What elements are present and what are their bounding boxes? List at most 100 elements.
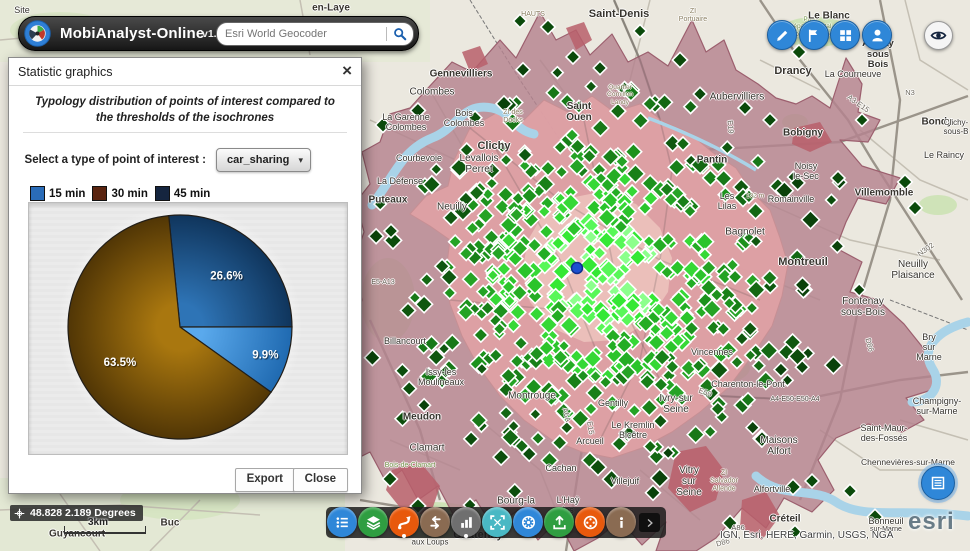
map-label: Neuilly xyxy=(436,201,468,213)
panel-title: Statistic graphics xyxy=(18,65,113,79)
grid-icon xyxy=(840,29,851,41)
map-label: Clamart xyxy=(409,442,445,454)
poi-type-select[interactable]: car_sharing ▾ xyxy=(216,148,311,172)
flag-icon xyxy=(809,29,818,42)
map-label: Pantin xyxy=(696,154,728,166)
route-icon xyxy=(397,515,410,529)
map-label: en-Laye xyxy=(312,2,350,14)
export-button[interactable]: Export xyxy=(234,468,295,492)
poi-select-label: Select a type of point of interest : xyxy=(24,154,206,166)
map-label: Saint Ouen xyxy=(566,100,592,123)
layers-button[interactable] xyxy=(358,507,388,537)
chevron-right-icon xyxy=(647,518,653,527)
legend-swatch xyxy=(92,186,108,201)
user-button[interactable] xyxy=(862,20,893,50)
results-list-button[interactable] xyxy=(327,507,357,537)
map-label: Vincennes xyxy=(691,346,733,357)
map-attribution: IGN, Esri, HERE, Garmin, USGS, NGA xyxy=(720,530,894,541)
map-label: Bry sur Marne xyxy=(916,331,942,363)
map-label: Villejuif xyxy=(610,475,640,486)
legend-label: 45 min xyxy=(173,187,211,200)
map-label: Vitry sur Seine xyxy=(676,465,702,499)
map-label: Villemomble xyxy=(854,187,914,199)
map-label: ZI des Docks xyxy=(503,109,523,124)
divider xyxy=(23,132,347,133)
map-label: Saint-Maur- des-Fossés xyxy=(860,422,908,443)
toolbar-more-button[interactable] xyxy=(639,513,660,532)
chevron-down-icon: ▾ xyxy=(298,154,303,165)
map-label: Romainville xyxy=(767,193,815,204)
toggle-ui-button[interactable] xyxy=(924,21,953,50)
route-button[interactable] xyxy=(389,507,419,537)
panel-close-icon[interactable]: × xyxy=(342,61,352,81)
map-label: La Courneuve xyxy=(824,68,882,79)
info-button[interactable] xyxy=(606,507,636,537)
statistics-panel: Statistic graphics × Typology distributi… xyxy=(8,57,362,494)
flag-button[interactable] xyxy=(798,20,829,50)
app-logo-icon xyxy=(24,20,51,52)
map-label: Bois-de-Clamart xyxy=(384,462,436,470)
map-label: Bobigny xyxy=(783,127,823,139)
draw-button[interactable] xyxy=(767,20,797,50)
pie-chart[interactable]: 26.6% 9.9% 63.5% xyxy=(29,203,347,454)
map-label: A4-E50-E50-A4 xyxy=(770,396,820,404)
search-input[interactable] xyxy=(217,28,386,40)
map-label: Site xyxy=(14,4,30,15)
map-label: Puteaux xyxy=(368,194,408,206)
compass-icon xyxy=(521,515,535,529)
statistics-button[interactable] xyxy=(451,507,481,537)
map-label: Buc xyxy=(160,517,180,529)
close-button[interactable]: Close xyxy=(292,468,348,492)
palette-button[interactable] xyxy=(575,507,605,537)
swap-directions-button[interactable] xyxy=(420,507,450,537)
active-tool-dot xyxy=(402,534,406,538)
map-label: Meudon xyxy=(402,411,442,423)
upload-icon xyxy=(552,515,566,529)
search-button[interactable] xyxy=(387,23,413,45)
map-label: Aubervilliers xyxy=(709,91,765,103)
map-label: Bois Colombes xyxy=(443,107,485,128)
pie-slice-label: 9.9% xyxy=(252,349,278,361)
map-label: N3 xyxy=(905,87,915,97)
app-title: MobiAnalyst-Online xyxy=(60,25,205,42)
extent-icon xyxy=(489,514,505,530)
map-extent-button[interactable] xyxy=(482,507,512,537)
list-icon xyxy=(336,516,348,528)
map-label: Quartier Cornillon Landy xyxy=(607,84,633,106)
compass-button[interactable] xyxy=(513,507,543,537)
map-label: Arcueil xyxy=(576,435,604,446)
legend-item: 15 min xyxy=(30,186,85,201)
map-label: La Garenne Colombes xyxy=(382,111,430,132)
map-label: Drancy xyxy=(774,64,812,77)
legend-label: 30 min xyxy=(111,187,148,200)
map-label: Champigny- sur-Marne xyxy=(912,395,962,416)
map-label: La Défense xyxy=(376,175,424,186)
map-label: E5-A13 xyxy=(371,279,395,287)
swap-icon xyxy=(429,515,441,529)
map-label: Cachan xyxy=(545,462,577,473)
map-label: Levallois Perret xyxy=(459,152,499,175)
pencil-icon xyxy=(776,30,787,41)
chart-legend: 15 min 30 min 45 min xyxy=(30,186,217,201)
map-label: Courbevoie xyxy=(395,152,443,163)
legend-item: 45 min xyxy=(154,186,211,201)
top-bar: MobiAnalyst-Online v1.4 xyxy=(18,16,419,51)
mobianalyst-app: Site en-Laye HAUTS Saint-Denis ZI Portuaire P… xyxy=(0,0,970,551)
palette-icon xyxy=(583,515,597,529)
legend-label: 15 min xyxy=(49,187,86,200)
map-label: Charenton-le-Pont xyxy=(711,378,785,389)
map-label: ZI Salvador Allende xyxy=(710,469,738,492)
scale-bar xyxy=(64,526,146,534)
map-label: Bagnolet xyxy=(725,226,765,238)
search-box xyxy=(216,22,414,46)
legend-button[interactable] xyxy=(921,466,955,500)
map-label: Clichy xyxy=(477,139,511,152)
crosshair-icon xyxy=(14,508,25,519)
map-label: ZI Portuaire xyxy=(678,8,708,23)
map-label: Bonneuil xyxy=(868,515,904,526)
panel-header: Statistic graphics × xyxy=(9,58,361,86)
map-label: Maisons Alfort xyxy=(760,434,798,457)
upload-button[interactable] xyxy=(544,507,574,537)
map-label: Gentilly xyxy=(597,397,629,408)
map-label: Alfortville xyxy=(753,483,791,494)
